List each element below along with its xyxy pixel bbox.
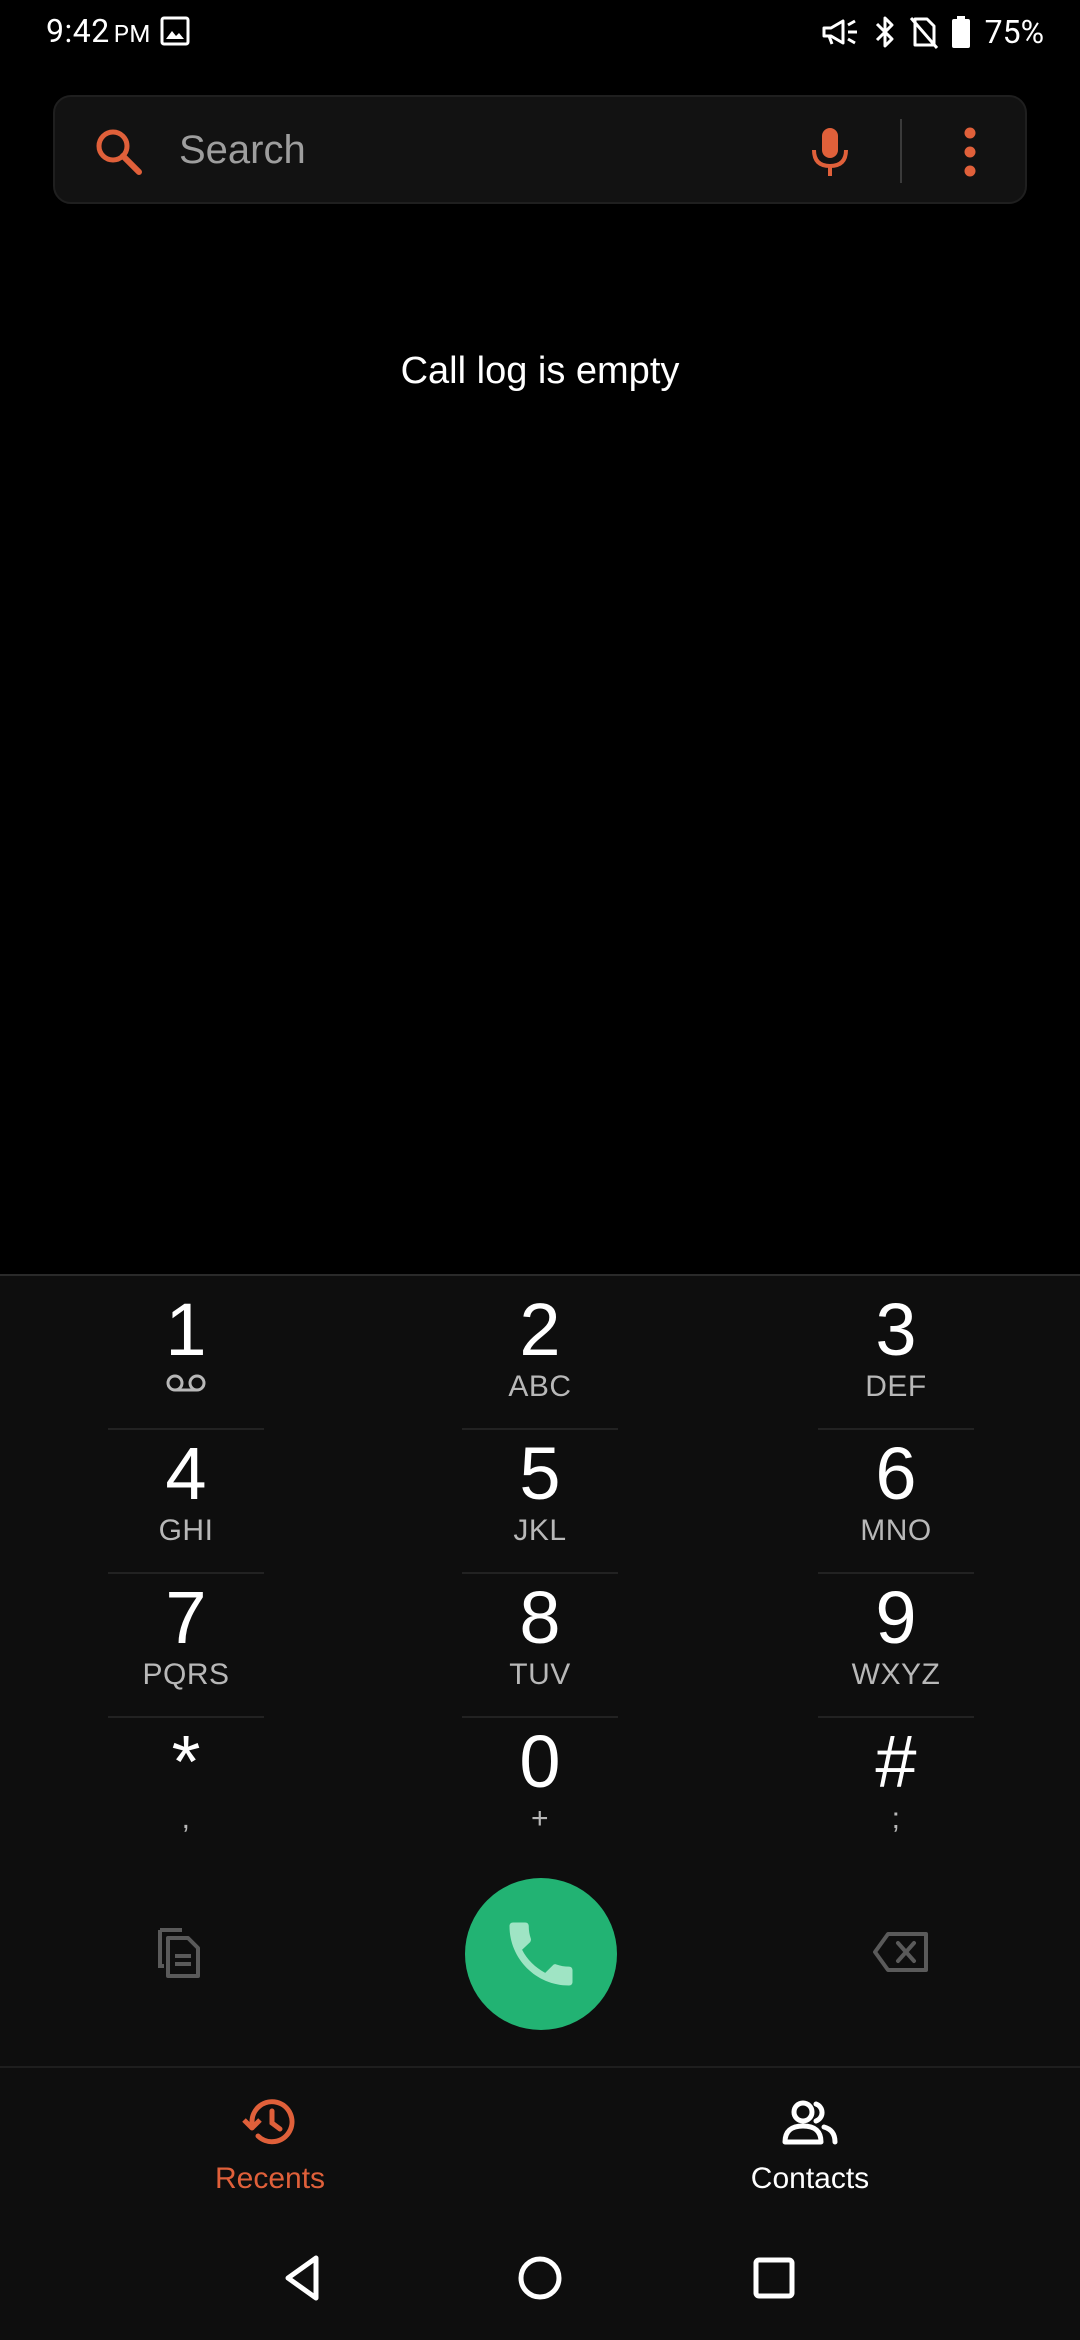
no-sim-icon: [909, 17, 938, 49]
search-divider: [900, 119, 902, 183]
voicemail-icon: [166, 1374, 206, 1392]
history-icon: [242, 2099, 295, 2145]
status-time-value: 9:42: [46, 12, 110, 50]
battery-icon: [951, 16, 970, 48]
dialpad-letters: MNO: [860, 1514, 932, 1547]
dialpad-key-6[interactable]: 6 MNO: [818, 1422, 974, 1564]
dialpad-letters: PQRS: [142, 1658, 230, 1691]
dialpad-digit: 6: [875, 1432, 917, 1515]
recent-apps-icon[interactable]: [746, 2250, 802, 2306]
search-input[interactable]: [179, 119, 819, 181]
status-time: 9:42 PM: [46, 12, 151, 50]
search-icon[interactable]: [91, 124, 147, 180]
dialpad-letters: DEF: [865, 1370, 927, 1403]
dialpad-key-8[interactable]: 8 TUV: [462, 1566, 618, 1708]
microphone-icon[interactable]: [800, 122, 860, 182]
call-log-empty-message: Call log is empty: [400, 350, 680, 392]
dialpad-digit: 8: [519, 1576, 561, 1659]
home-icon[interactable]: [512, 2250, 568, 2306]
dialpad-digit: 1: [165, 1288, 207, 1371]
dialpad-key-7[interactable]: 7 PQRS: [108, 1566, 264, 1708]
tab-contacts[interactable]: Contacts: [540, 2068, 1080, 2218]
more-options-icon[interactable]: [948, 122, 992, 182]
dialpad-letters: ;: [891, 1802, 901, 1835]
gallery-icon: [160, 16, 190, 46]
copy-icon[interactable]: [152, 1924, 206, 1980]
dialpad-digit: #: [875, 1720, 917, 1803]
status-bar: 9:42 PM 75%: [0, 0, 1080, 64]
dialpad-key-hash[interactable]: # ;: [818, 1710, 974, 1852]
dialpad-key-star[interactable]: * ,: [108, 1710, 264, 1852]
dialpad-letters: GHI: [158, 1514, 214, 1547]
call-button[interactable]: [465, 1878, 617, 2030]
dialpad-digit: 3: [875, 1288, 917, 1371]
dialpad-key-3[interactable]: 3 DEF: [818, 1278, 974, 1420]
battery-percentage: 75%: [984, 13, 1044, 51]
dialpad-digit: 5: [519, 1432, 561, 1515]
search-bar[interactable]: [53, 95, 1027, 204]
navigation-bar: [0, 2216, 1080, 2340]
dialpad-key-5[interactable]: 5 JKL: [462, 1422, 618, 1564]
dialpad-digit: 7: [165, 1576, 207, 1659]
dialpad-key-9[interactable]: 9 WXYZ: [818, 1566, 974, 1708]
dialpad-digit: 9: [875, 1576, 917, 1659]
back-icon[interactable]: [276, 2250, 332, 2306]
dialpad-letters: +: [530, 1802, 550, 1835]
dialpad-letters: JKL: [513, 1514, 567, 1547]
contacts-icon: [782, 2100, 838, 2145]
dialpad-letters: ABC: [508, 1370, 572, 1403]
status-icons: 75%: [821, 12, 1044, 52]
status-time-ampm: PM: [113, 20, 151, 48]
dialpad-key-0[interactable]: 0 +: [462, 1710, 618, 1852]
backspace-icon[interactable]: [872, 1930, 930, 1974]
dialpad-digit: 2: [519, 1288, 561, 1371]
dialpad-digit: *: [171, 1720, 201, 1803]
tab-recents[interactable]: Recents: [0, 2068, 540, 2218]
phone-icon: [509, 1922, 573, 1986]
dialpad-key-2[interactable]: 2 ABC: [462, 1278, 618, 1420]
tab-label: Recents: [214, 2162, 326, 2195]
megaphone-icon: [822, 19, 857, 45]
dialpad-digit: 0: [519, 1720, 561, 1803]
tab-label: Contacts: [750, 2162, 870, 2195]
dialpad-digit: 4: [165, 1432, 207, 1515]
bluetooth-icon: [875, 16, 894, 48]
dialpad-key-1[interactable]: 1: [108, 1278, 264, 1420]
dialpad-letters: TUV: [509, 1658, 571, 1691]
dialpad-letters: ,: [181, 1802, 191, 1835]
dialpad-letters: WXYZ: [851, 1658, 941, 1691]
dialpad-key-4[interactable]: 4 GHI: [108, 1422, 264, 1564]
bottom-tabs: Recents Contacts: [0, 2066, 1080, 2216]
